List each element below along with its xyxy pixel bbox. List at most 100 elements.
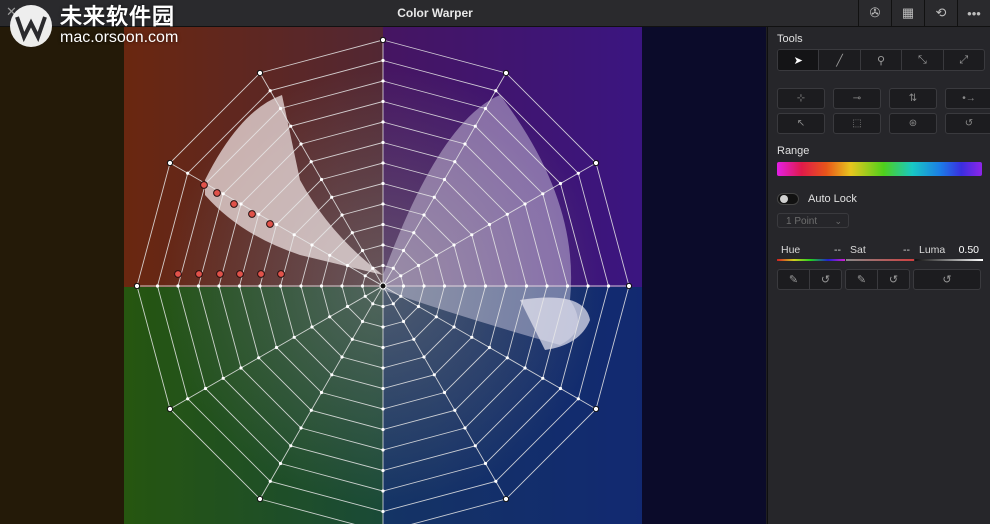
mesh-point: [381, 161, 385, 165]
top-toolbar: ✇ ▦ ⟲ •••: [858, 0, 990, 26]
mesh-point: [453, 408, 457, 412]
mesh-point: [278, 106, 283, 111]
mesh-point: [434, 315, 438, 319]
mesh-point: [606, 284, 611, 288]
auto-lock-toggle[interactable]: [777, 193, 799, 205]
mesh-point: [345, 304, 350, 309]
hsl-action-buttons: ✎ ↺ ✎ ↺ ↺: [777, 269, 981, 290]
tools-label: Tools: [777, 33, 803, 45]
mesh-point: [289, 444, 293, 448]
color-wheel-icon[interactable]: ✇: [858, 0, 891, 26]
hue-reset-icon[interactable]: ↺: [810, 270, 841, 289]
chevron-down-icon: ⌄: [834, 216, 842, 226]
selected-point: [216, 270, 224, 278]
mesh-point: [416, 304, 421, 309]
mesh-point: [541, 192, 545, 196]
add-point-icon[interactable]: ⊹: [777, 88, 825, 109]
anchor-point: [166, 405, 174, 413]
mesh-point: [412, 337, 416, 341]
selected-point: [248, 210, 256, 218]
mesh-point: [565, 284, 570, 288]
mesh-point: [381, 140, 385, 145]
mesh-point: [278, 284, 283, 288]
sat-reset-icon[interactable]: ↺: [878, 270, 909, 289]
hue-field[interactable]: Hue --: [777, 243, 845, 263]
expand-tool-icon[interactable]: ⤢: [944, 50, 984, 70]
sat-picker-icon[interactable]: ✎: [846, 270, 878, 289]
mesh-point: [381, 79, 385, 83]
mesh-point: [487, 345, 492, 350]
mesh-point: [319, 390, 324, 395]
anchor-point: [625, 282, 633, 290]
mesh-point: [442, 284, 447, 288]
lasso-select-icon[interactable]: ⬚: [833, 113, 881, 134]
mesh-point: [401, 284, 406, 288]
mesh-point: [299, 284, 303, 288]
swap-icon[interactable]: ⇅: [889, 88, 937, 109]
mesh-point: [350, 337, 354, 341]
center-point[interactable]: [379, 282, 387, 290]
mesh-point: [524, 284, 529, 288]
mesh-point: [381, 222, 385, 227]
mesh-point: [292, 335, 296, 339]
anchor-point: [166, 159, 174, 167]
range-hue-bar[interactable]: [777, 162, 982, 176]
grid-select-icon[interactable]: ⊛: [889, 113, 937, 134]
mesh-point: [381, 202, 385, 206]
luma-reset-icon[interactable]: ↺: [914, 270, 980, 289]
anchor-point: [256, 69, 264, 77]
mesh-point: [309, 160, 313, 164]
pen-tool-icon[interactable]: ╱: [819, 50, 861, 70]
mesh-point: [257, 212, 261, 216]
grid-icon[interactable]: ▦: [891, 0, 924, 26]
mesh-point: [473, 444, 477, 448]
anchor-point: [256, 495, 264, 503]
watermark-logo-icon: [10, 5, 52, 47]
warper-canvas[interactable]: [0, 27, 766, 524]
hue-picker-icon[interactable]: ✎: [778, 270, 810, 289]
mesh-point: [416, 263, 421, 268]
mesh-point: [558, 181, 563, 186]
mesh-point: [363, 294, 367, 298]
pointer-tool-icon[interactable]: ➤: [778, 50, 820, 70]
mesh-point: [278, 461, 283, 466]
anchor-point: [592, 159, 600, 167]
sat-field[interactable]: Sat --: [846, 243, 914, 263]
hsl-values: Hue -- Sat -- Luma 0.50: [777, 243, 983, 263]
mesh-point: [239, 366, 243, 370]
mesh-point: [505, 356, 509, 360]
luma-field[interactable]: Luma 0.50: [915, 243, 983, 263]
mesh-point: [452, 325, 456, 329]
mesh-point: [505, 212, 509, 216]
mesh-point: [483, 461, 488, 466]
pin-tool-icon[interactable]: ⚲: [861, 50, 903, 70]
history-icon[interactable]: ⟲: [924, 0, 957, 26]
mesh-point: [350, 231, 354, 235]
mesh-point: [381, 489, 385, 493]
mesh-point: [541, 376, 545, 380]
dots-arrow-icon[interactable]: •→: [945, 88, 990, 109]
mesh-point: [176, 284, 180, 288]
mesh-point: [576, 397, 580, 401]
mesh-point: [381, 509, 385, 514]
auto-lock-row: Auto Lock: [777, 193, 857, 205]
select-icon[interactable]: ↖: [777, 113, 825, 134]
warper-viewer[interactable]: [0, 27, 766, 524]
collapse-tool-icon[interactable]: ⤡: [902, 50, 944, 70]
mesh-point: [504, 284, 508, 288]
hue-value: --: [834, 244, 841, 256]
side-panel: Tools ➤ ╱ ⚲ ⤡ ⤢ ⊹ ⊸ ⇅ •→ ↖ ⬚ ⊛ ↺ Range A…: [767, 27, 990, 524]
sat-slider-line: [846, 259, 914, 261]
points-select[interactable]: 1 Point ⌄: [777, 213, 849, 228]
reset-icon[interactable]: ↺: [945, 113, 990, 134]
selected-point: [277, 270, 285, 278]
mesh-point: [432, 195, 436, 199]
mesh-point: [274, 222, 279, 227]
remove-point-icon[interactable]: ⊸: [833, 88, 881, 109]
selected-point: [236, 270, 244, 278]
mesh-point: [360, 248, 365, 253]
mesh-point: [381, 263, 385, 268]
mesh-point: [381, 448, 385, 452]
more-options-icon[interactable]: •••: [957, 0, 990, 26]
hue-slider-line: [777, 259, 845, 261]
